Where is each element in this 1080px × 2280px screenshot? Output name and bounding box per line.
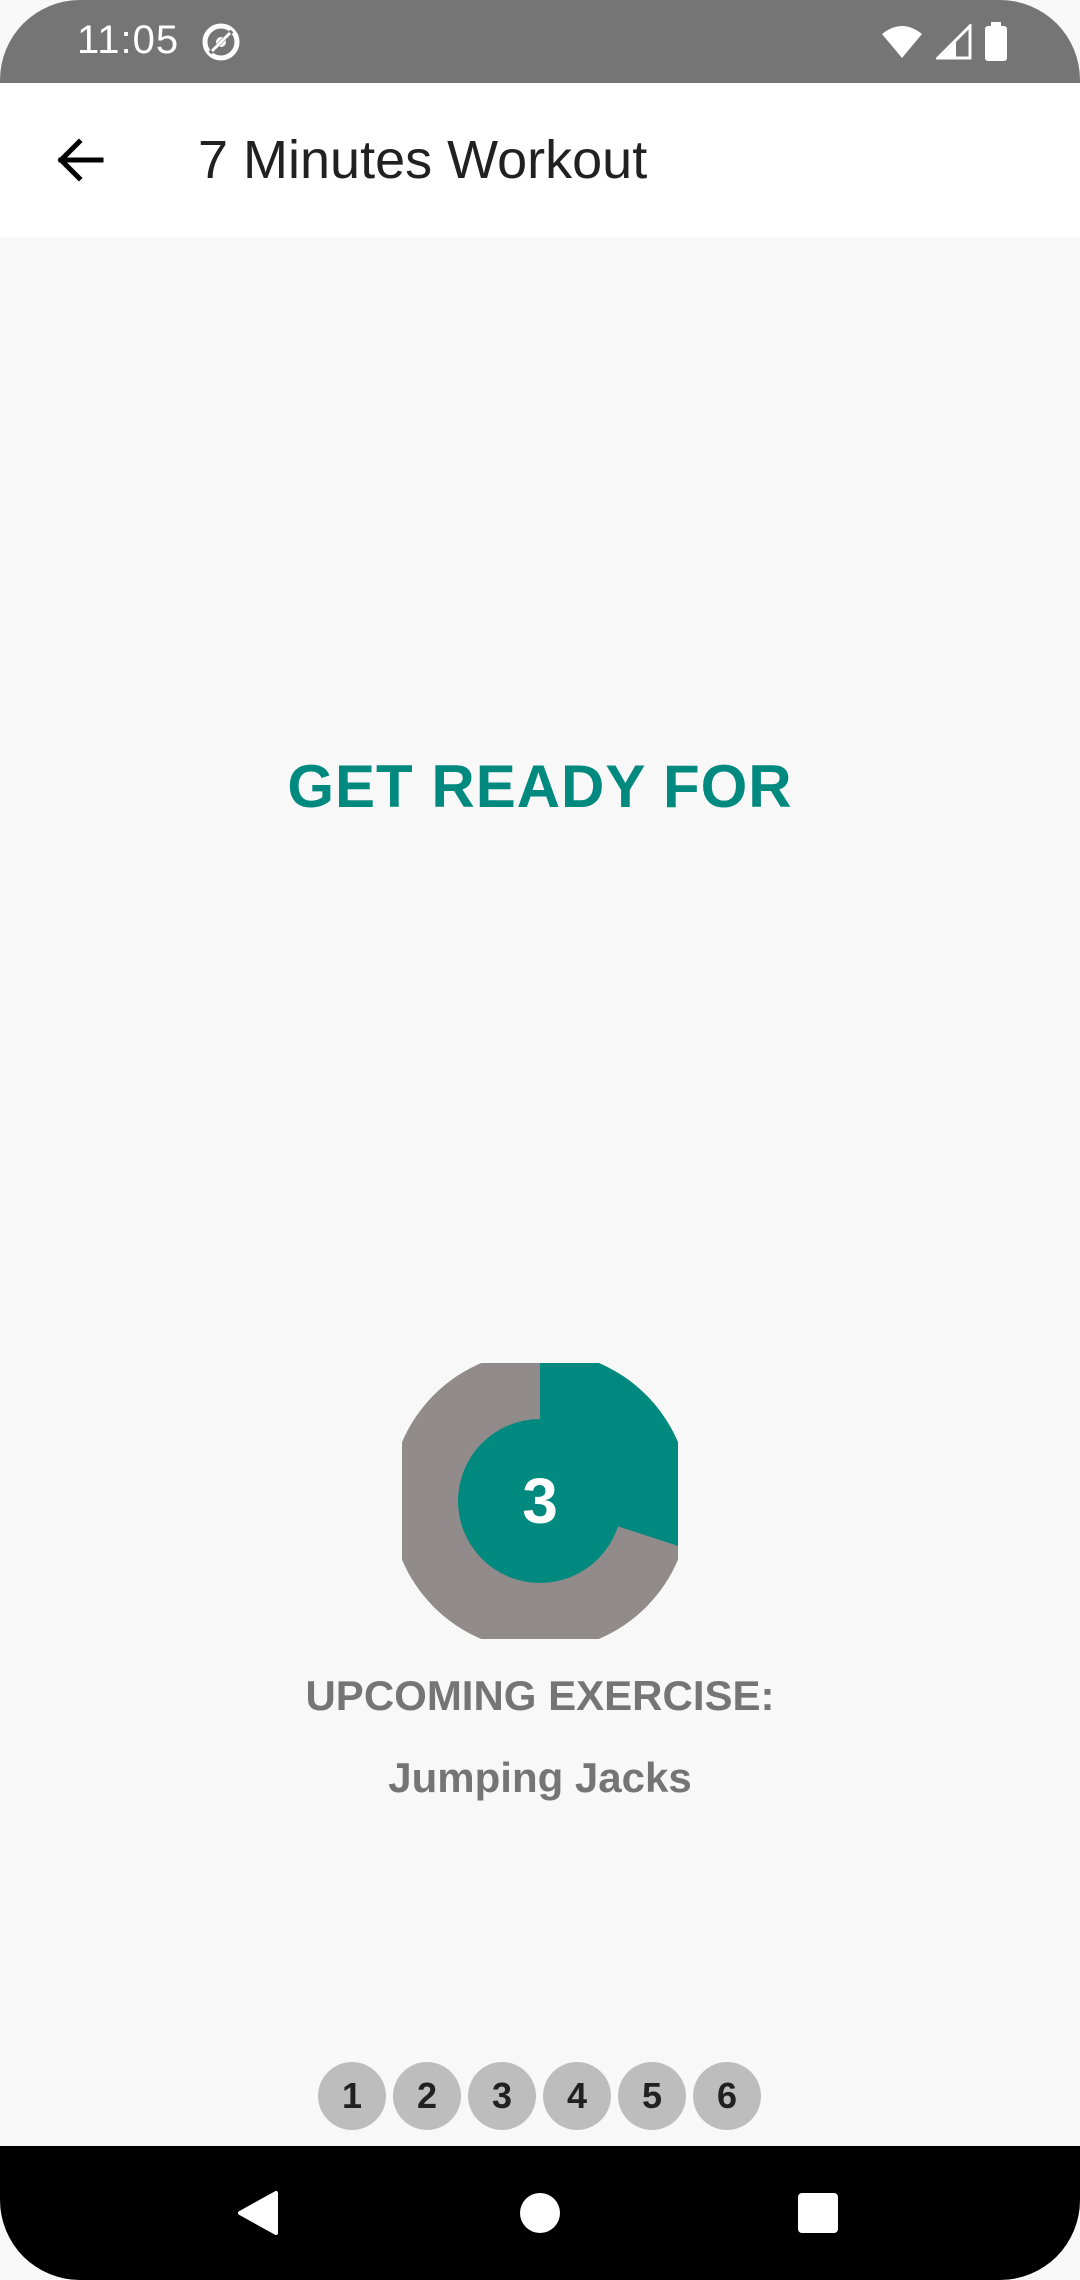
step-indicator: 5 — [618, 2062, 686, 2130]
timer-value: 3 — [522, 1465, 558, 1537]
status-bar: 11:05 — [0, 0, 1080, 83]
get-ready-label: GET READY FOR — [287, 753, 793, 820]
page-title: 7 Minutes Workout — [198, 130, 648, 190]
workout-screen: 11:05 7 Minutes Workout GET READY FOR 3 … — [0, 0, 1080, 2280]
nav-back-button[interactable] — [228, 2183, 288, 2243]
home-circle-icon — [520, 2193, 560, 2233]
wifi-icon — [882, 26, 922, 58]
back-button[interactable] — [40, 120, 120, 200]
app-bar: 7 Minutes Workout — [0, 83, 1080, 237]
status-time: 11:05 — [77, 18, 180, 62]
step-indicator: 2 — [393, 2062, 461, 2130]
system-nav-bar — [0, 2146, 1080, 2280]
upcoming-exercise-label: UPCOMING EXERCISE: — [305, 1672, 775, 1719]
step-indicator: 4 — [543, 2062, 611, 2130]
exercise-step-indicators: 1 2 3 4 5 6 — [318, 2062, 761, 2130]
step-indicator: 6 — [693, 2062, 761, 2130]
sync-icon — [202, 23, 240, 61]
battery-icon — [985, 22, 1007, 61]
recents-square-icon — [798, 2193, 838, 2233]
countdown-timer: 3 — [402, 1363, 678, 1639]
nav-home-button[interactable] — [510, 2183, 570, 2243]
upcoming-exercise-name: Jumping Jacks — [388, 1754, 692, 1801]
status-icons — [880, 22, 1008, 62]
signal-icon — [936, 24, 972, 60]
arrow-back-icon — [57, 138, 104, 182]
step-indicator: 1 — [318, 2062, 386, 2130]
step-indicator: 3 — [468, 2062, 536, 2130]
back-triangle-icon — [238, 2191, 278, 2235]
nav-recents-button[interactable] — [788, 2183, 848, 2243]
